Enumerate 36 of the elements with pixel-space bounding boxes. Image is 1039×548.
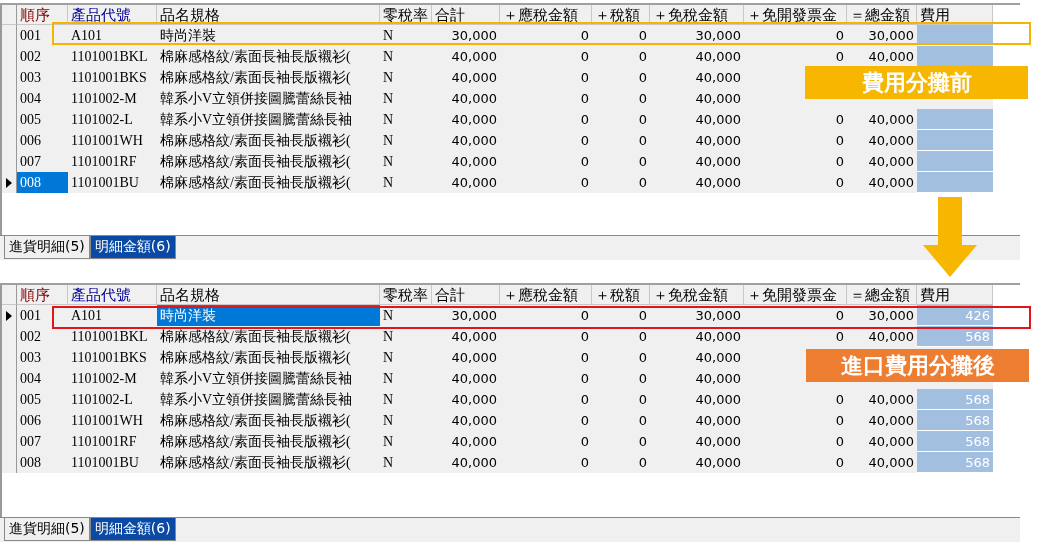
column-header[interactable]: ＋免開發票金 — [744, 285, 847, 305]
column-header[interactable]: ＝總金額 — [847, 285, 917, 305]
tab[interactable]: 進貨明細(5) — [4, 236, 90, 259]
column-header[interactable]: ＋應稅金額 — [500, 5, 592, 25]
table-cell: 008 — [17, 172, 68, 193]
column-header[interactable]: 費用 — [917, 5, 993, 25]
column-header[interactable]: ＋應稅金額 — [500, 285, 592, 305]
column-header[interactable]: 零稅率 — [380, 285, 432, 305]
fee-cell: 568 — [917, 452, 993, 473]
column-header[interactable]: 產品代號 — [68, 5, 157, 25]
fee-cell: 568 — [917, 389, 993, 410]
column-header[interactable]: 零稅率 — [380, 5, 432, 25]
column-header[interactable]: 合計 — [432, 285, 500, 305]
fee-cell: 426 — [917, 305, 993, 326]
column-header[interactable]: ＋稅額 — [592, 285, 650, 305]
fee-cell: 568 — [917, 431, 993, 452]
callout-label: 費用分攤前 — [805, 66, 1028, 99]
column-header[interactable]: 費用 — [917, 285, 993, 305]
column-header[interactable]: 品名規格 — [157, 285, 380, 305]
column-header[interactable]: ＋免稅金額 — [650, 285, 744, 305]
tab[interactable]: 明細金額(6) — [89, 518, 176, 541]
column-header[interactable]: 產品代號 — [68, 285, 157, 305]
column-header[interactable]: ＋免開發票金 — [744, 5, 847, 25]
column-header[interactable]: 合計 — [432, 5, 500, 25]
tab[interactable]: 明細金額(6) — [89, 236, 176, 259]
fee-cell: 568 — [917, 326, 993, 347]
fee-cell: 568 — [917, 410, 993, 431]
column-header[interactable]: 順序 — [17, 285, 68, 305]
table-cell: 時尚洋裝 — [157, 305, 380, 326]
tab[interactable]: 進貨明細(5) — [4, 518, 90, 541]
callout-label: 進口費用分攤後 — [806, 349, 1029, 382]
column-header[interactable]: ＋稅額 — [592, 5, 650, 25]
column-header[interactable]: 品名規格 — [157, 5, 380, 25]
column-header[interactable]: ＋免稅金額 — [650, 5, 744, 25]
column-header[interactable]: 順序 — [17, 5, 68, 25]
column-header[interactable]: ＝總金額 — [847, 5, 917, 25]
